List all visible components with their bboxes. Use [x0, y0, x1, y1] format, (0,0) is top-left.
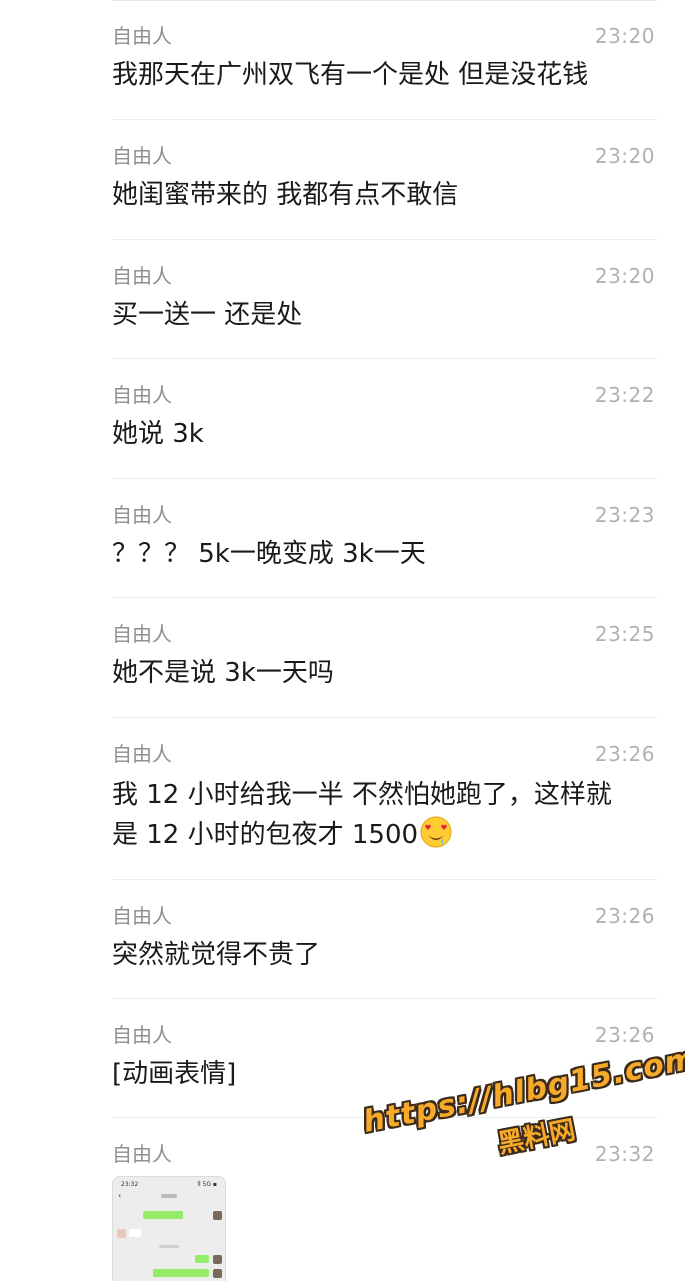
sender-name: 自由人	[112, 1023, 172, 1047]
message-time: 23:26	[594, 904, 655, 928]
message-time: 23:26	[594, 742, 655, 766]
message-item[interactable]: 自由人 23:26 [动画表情]	[112, 999, 657, 1118]
message-item[interactable]: 自由人 23:22 她说 3k	[112, 359, 657, 479]
message-item[interactable]: 自由人 23:20 买一送一 还是处	[112, 240, 657, 359]
message-text: ？？？ 5k一晚变成 3k一天	[112, 539, 426, 569]
message-time: 23:23	[594, 503, 655, 527]
message-time: 23:32	[594, 1142, 655, 1166]
message-time: 23:20	[594, 24, 655, 48]
thumb-status-icons: ll 5G ▪	[197, 1181, 217, 1188]
message-time: 23:26	[594, 1023, 655, 1047]
message-text: 她闺蜜带来的 我都有点不敢信	[112, 180, 459, 210]
message-time: 23:20	[594, 264, 655, 288]
message-text: 她说 3k	[112, 419, 204, 449]
heart-eyes-drool-emoji	[420, 816, 452, 848]
message-text: [动画表情]	[112, 1059, 237, 1089]
thumb-bubble-green	[143, 1211, 183, 1219]
sender-name: 自由人	[112, 24, 172, 48]
thumb-bubble-green	[195, 1255, 209, 1263]
thumb-avatar	[213, 1255, 222, 1264]
message-time: 23:20	[594, 144, 655, 168]
message-text: 买一送一 还是处	[112, 300, 303, 330]
thumb-status-time: 23:32	[121, 1181, 139, 1188]
thumb-nav-bar	[113, 1190, 225, 1202]
thumb-bubble-white	[129, 1229, 141, 1237]
sender-name: 自由人	[112, 622, 172, 646]
sender-name: 自由人	[112, 904, 172, 928]
message-item[interactable]: 自由人 23:26 我 12 小时给我一半 不然怕她跑了，这样就 是 12 小时…	[112, 718, 657, 880]
sender-name: 自由人	[112, 144, 172, 168]
message-item[interactable]: 自由人 23:26 突然就觉得不贵了	[112, 880, 657, 999]
message-item[interactable]: 自由人 23:23 ？？？ 5k一晚变成 3k一天	[112, 479, 657, 598]
thumb-avatar	[213, 1269, 222, 1278]
message-time: 23:25	[594, 622, 655, 646]
message-item[interactable]: 自由人 23:20 她闺蜜带来的 我都有点不敢信	[112, 120, 657, 240]
message-text: 她不是说 3k一天吗	[112, 658, 334, 688]
chat-screenshot-image[interactable]: 23:32 ll 5G ▪ ‹	[112, 1176, 226, 1281]
thumb-bubble-green	[153, 1269, 209, 1277]
sender-name: 自由人	[112, 742, 172, 766]
message-item[interactable]: 自由人 23:20 我那天在广州双飞有一个是处 但是没花钱	[112, 0, 657, 120]
thumb-timestamp	[159, 1245, 179, 1248]
message-time: 23:22	[594, 383, 655, 407]
thumb-avatar	[213, 1211, 222, 1220]
sender-name: 自由人	[112, 1142, 172, 1166]
message-text: 我那天在广州双飞有一个是处 但是没花钱	[112, 60, 589, 90]
message-text: 突然就觉得不贵了	[112, 940, 321, 970]
sender-name: 自由人	[112, 503, 172, 527]
message-text-line-2: 是 12 小时的包夜才 1500	[112, 816, 657, 854]
message-item[interactable]: 自由人 23:25 她不是说 3k一天吗	[112, 598, 657, 718]
message-text-line-1: 我 12 小时给我一半 不然怕她跑了，这样就	[112, 780, 612, 810]
sender-name: 自由人	[112, 264, 172, 288]
thumb-avatar	[117, 1229, 126, 1238]
message-text-line-2-content: 是 12 小时的包夜才 1500	[112, 820, 419, 850]
sender-name: 自由人	[112, 383, 172, 407]
